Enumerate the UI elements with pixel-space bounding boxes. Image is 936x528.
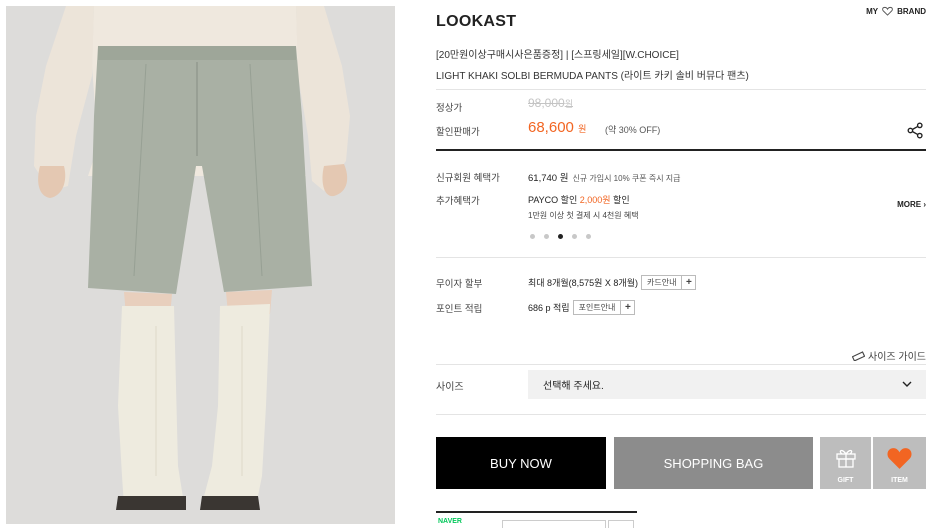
product-image bbox=[6, 6, 395, 524]
sale-price-label: 할인판매가 bbox=[436, 127, 480, 138]
benefit-carousel-dots bbox=[530, 234, 591, 239]
ruler-icon bbox=[852, 350, 866, 361]
shopping-bag-button[interactable]: SHOPPING BAG bbox=[614, 437, 813, 489]
more-benefits-link[interactable]: MORE › bbox=[897, 200, 926, 209]
divider bbox=[436, 89, 926, 90]
new-member-price: 61,740 원 신규 가입시 10% 쿠폰 즉시 지급 bbox=[528, 173, 681, 184]
top-links: MY BRAND bbox=[866, 6, 926, 16]
divider bbox=[436, 414, 926, 415]
carousel-dot[interactable] bbox=[572, 234, 577, 239]
heart-outline-icon[interactable] bbox=[882, 6, 893, 16]
naver-logo: NAVER bbox=[438, 518, 462, 525]
carousel-dot[interactable] bbox=[586, 234, 591, 239]
my-link[interactable]: MY bbox=[866, 7, 878, 16]
new-member-label: 신규회원 혜택가 bbox=[436, 173, 500, 184]
size-guide-link[interactable]: 사이즈 가이드 bbox=[852, 348, 926, 363]
carousel-dot[interactable] bbox=[530, 234, 535, 239]
carousel-dot-active[interactable] bbox=[558, 234, 563, 239]
sale-price: 68,600 원 bbox=[528, 119, 587, 136]
product-info-panel: MY BRAND LOOKAST [20만원이상구매시사은품증정] | [스프링… bbox=[436, 0, 926, 528]
divider bbox=[436, 364, 926, 365]
gift-icon bbox=[836, 449, 856, 468]
regular-price-label: 정상가 bbox=[436, 103, 463, 114]
size-label: 사이즈 bbox=[436, 382, 464, 393]
carousel-dot[interactable] bbox=[544, 234, 549, 239]
discount-rate: (약 30% OFF) bbox=[605, 125, 661, 135]
share-icon[interactable] bbox=[907, 122, 924, 139]
divider bbox=[436, 257, 926, 258]
wishlist-button[interactable]: ITEM bbox=[873, 437, 926, 489]
heart-filled-icon bbox=[887, 448, 912, 469]
card-info-button[interactable]: 카드안내 + bbox=[641, 275, 697, 290]
regular-price: 98,000원 bbox=[528, 96, 573, 110]
brand-link[interactable]: BRAND bbox=[897, 7, 926, 16]
naver-divider bbox=[436, 511, 637, 513]
gift-button[interactable]: GIFT bbox=[820, 437, 871, 489]
promo-tags: [20만원이상구매시사은품증정] | [스프링세일][W.CHOICE] bbox=[436, 50, 679, 61]
payco-benefit-detail: 1만원 이상 첫 결제 시 4천원 혜택 bbox=[528, 211, 639, 220]
installment-label: 무이자 할부 bbox=[436, 279, 483, 290]
payco-benefit: PAYCO 할인 2,000원 할인 bbox=[528, 195, 630, 205]
size-select[interactable]: 선택해 주세요. bbox=[528, 370, 926, 399]
chevron-down-icon bbox=[902, 381, 912, 387]
points-info-button[interactable]: 포인트안내 + bbox=[572, 300, 636, 315]
buy-now-button[interactable]: BUY NOW bbox=[436, 437, 606, 489]
product-name: LIGHT KHAKI SOLBI BERMUDA PANTS (라이트 카키 … bbox=[436, 71, 749, 82]
points-info: 686 p 적립 포인트안내 + bbox=[528, 300, 636, 315]
points-label: 포인트 적립 bbox=[436, 304, 483, 315]
extra-benefit-label: 추가혜택가 bbox=[436, 196, 480, 207]
brand-name[interactable]: LOOKAST bbox=[436, 13, 516, 31]
naver-pay-button[interactable] bbox=[502, 520, 606, 528]
installment-info: 최대 8개월(8,575원 X 8개월) 카드안내 + bbox=[528, 275, 697, 290]
naver-wish-button[interactable] bbox=[608, 520, 634, 528]
divider-dark bbox=[436, 149, 926, 151]
